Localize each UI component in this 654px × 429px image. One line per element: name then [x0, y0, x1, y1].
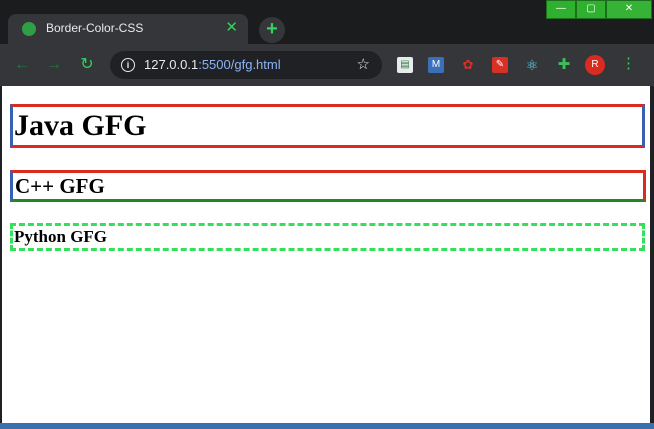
- bookmark-star-icon[interactable]: ☆: [357, 55, 370, 73]
- address-bar[interactable]: i 127.0.0.1:5500/gfg.html ☆: [110, 51, 382, 79]
- reload-button[interactable]: ↻: [77, 55, 97, 75]
- minimize-button[interactable]: —: [546, 0, 576, 19]
- tab-title: Border-Color-CSS: [46, 21, 144, 35]
- site-info-icon[interactable]: i: [121, 58, 135, 72]
- back-button[interactable]: ←: [12, 55, 32, 75]
- browser-window: Border-Color-CSS ✕ + — ▢ ✕ ← → ↻ i 127.0…: [0, 0, 654, 429]
- globe-icon: [22, 22, 36, 36]
- extension-4-icon[interactable]: ✎: [492, 57, 508, 73]
- page-viewport: Java GFG C++ GFG Python GFG: [2, 86, 650, 423]
- tab-border-color-css[interactable]: Border-Color-CSS ✕: [8, 14, 248, 44]
- heading-java: Java GFG: [10, 104, 645, 148]
- url-port: :5500: [198, 57, 231, 72]
- heading-cpp: C++ GFG: [10, 170, 646, 202]
- react-devtools-icon[interactable]: ⚛: [524, 57, 540, 73]
- browser-menu-icon[interactable]: ⋮: [621, 56, 636, 72]
- new-tab-button[interactable]: +: [259, 17, 285, 43]
- heading-python: Python GFG: [10, 223, 645, 251]
- extension-3-icon[interactable]: ✿: [460, 57, 476, 73]
- window-controls: — ▢ ✕: [546, 0, 652, 19]
- window-bottom-edge: [0, 423, 654, 429]
- extension-1-icon[interactable]: ▤: [397, 57, 413, 73]
- maximize-button[interactable]: ▢: [576, 0, 606, 19]
- forward-button[interactable]: →: [44, 55, 64, 75]
- url-text[interactable]: 127.0.0.1:5500/gfg.html: [144, 57, 281, 72]
- close-window-button[interactable]: ✕: [606, 0, 652, 19]
- browser-toolbar: ← → ↻ i 127.0.0.1:5500/gfg.html ☆ ▤ M ✿ …: [0, 44, 654, 86]
- profile-avatar[interactable]: R: [585, 55, 605, 75]
- url-host: 127.0.0.1: [144, 57, 199, 72]
- extension-2-icon[interactable]: M: [428, 57, 444, 73]
- url-path: /gfg.html: [230, 57, 281, 72]
- puzzle-extensions-icon[interactable]: ✚: [556, 57, 572, 73]
- close-tab-icon[interactable]: ✕: [225, 19, 238, 37]
- tab-strip: Border-Color-CSS ✕ + — ▢ ✕: [0, 0, 654, 44]
